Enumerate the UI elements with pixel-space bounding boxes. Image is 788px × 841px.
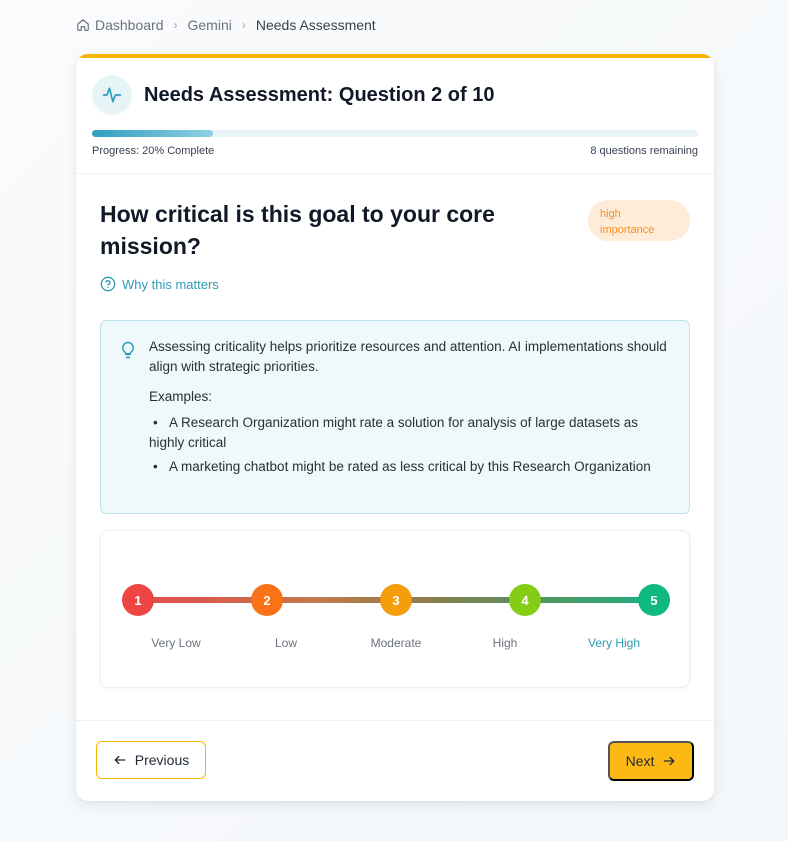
examples-heading: Examples: [149,389,213,404]
progress-label: Progress: 20% Complete [92,145,215,157]
activity-pulse-icon [92,75,132,115]
breadcrumb: Dashboard › Gemini › Needs Assessment [76,17,376,33]
rating-scale: 1 2 3 4 5 Very Low Low Moderate High Ver… [100,530,690,688]
info-panel: Assessing criticality helps prioritize r… [100,320,690,514]
rating-option-1[interactable]: 1 [122,584,154,616]
rating-label-very-high: Very High [587,636,641,650]
rating-option-2[interactable]: 2 [251,584,283,616]
breadcrumb-dashboard[interactable]: Dashboard [76,17,164,33]
page-title: Needs Assessment: Question 2 of 10 [144,84,495,106]
rating-label-low: Low [274,636,297,650]
chevron-right-icon: › [173,18,178,32]
example-item: • A Research Organization might rate a so… [149,415,638,450]
rating-label-very-low: Very Low [151,636,201,650]
previous-button[interactable]: Previous [96,741,206,779]
question-text: How critical is this goal to your core m… [100,201,495,259]
breadcrumb-current: Needs Assessment [255,17,376,33]
breadcrumb-gemini[interactable]: Gemini [188,17,232,33]
home-icon [77,19,89,31]
lightbulb-icon [122,341,134,359]
card-header: Needs Assessment: Question 2 of 10 Progr… [76,58,714,174]
help-circle-icon [100,276,116,292]
arrow-right-icon [664,756,675,766]
examples-list: • A Research Organization might rate a so… [149,413,671,481]
remaining-label: 8 questions remaining [590,145,698,157]
info-text: Assessing criticality helps prioritize r… [149,339,667,374]
example-item: • A marketing chatbot might be rated as l… [153,459,651,474]
rating-label-high: High [492,636,518,650]
importance-badge: high importance [588,200,690,241]
previous-label[interactable]: Previous [135,752,189,768]
next-button[interactable]: Next [608,741,694,781]
rating-option-3[interactable]: 3 [380,584,412,616]
card-footer: Previous Next [76,720,714,801]
why-this-matters-toggle[interactable]: Why this matters [100,276,219,292]
arrow-left-icon [114,755,126,765]
progress-fill [92,130,214,137]
breadcrumb-dashboard-label[interactable]: Dashboard [95,17,164,33]
why-this-matters-label[interactable]: Why this matters [122,277,219,292]
progress-bar [92,130,698,137]
rating-label-moderate: Moderate [370,636,422,650]
chevron-right-icon: › [241,18,246,32]
rating-option-5[interactable]: 5 [638,584,670,616]
assessment-card: Needs Assessment: Question 2 of 10 Progr… [76,54,714,801]
rating-option-4[interactable]: 4 [509,584,541,616]
next-label[interactable]: Next [626,753,655,769]
